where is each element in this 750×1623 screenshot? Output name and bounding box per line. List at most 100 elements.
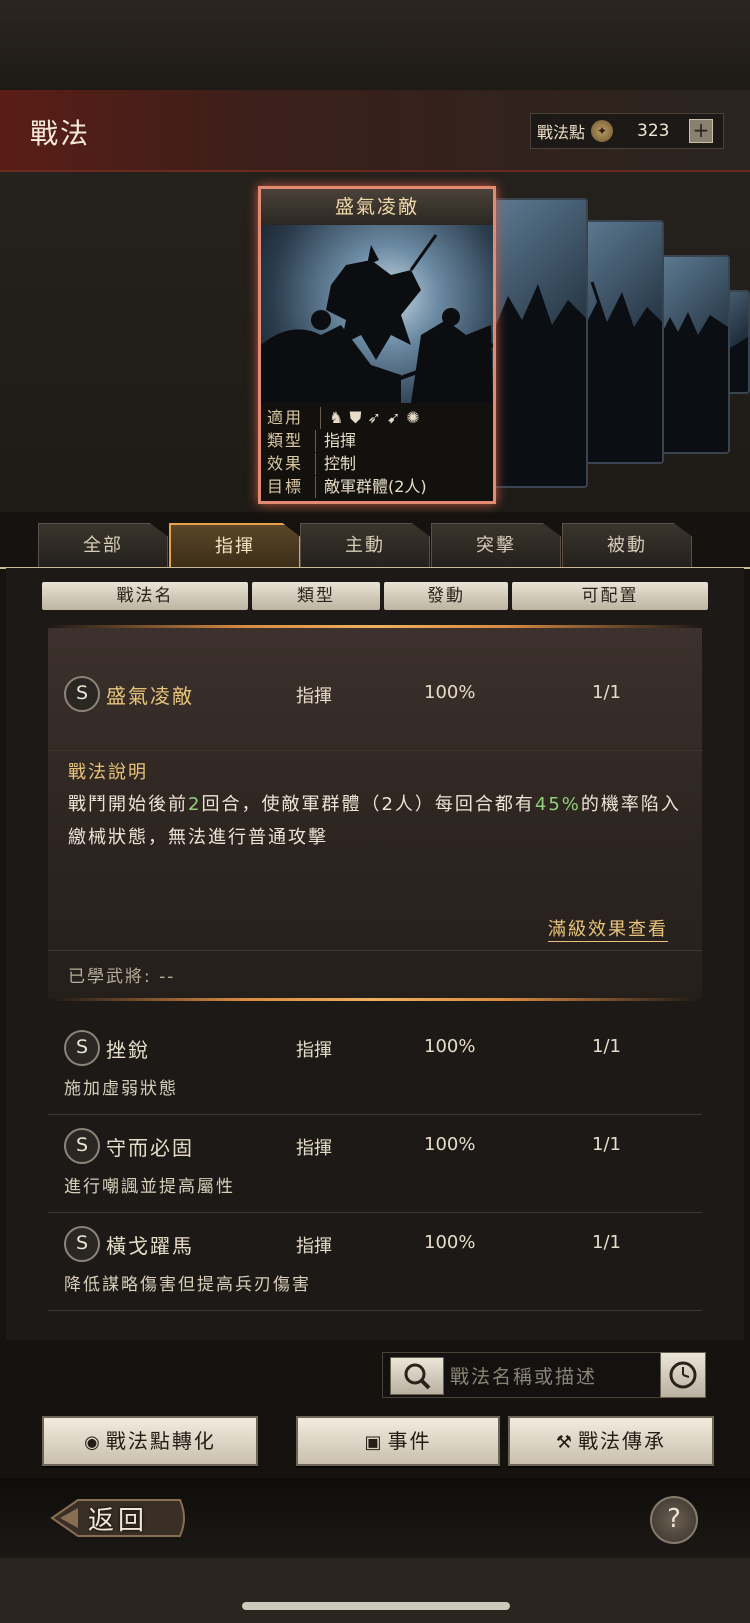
effect-value: 控制 (315, 453, 356, 475)
tactic-name[interactable]: 橫戈躍馬 (106, 1230, 194, 1259)
card-artwork (261, 225, 493, 403)
type-value: 指揮 (315, 430, 356, 452)
row-divider (48, 1114, 702, 1115)
tactic-points-value: 323 (637, 121, 670, 141)
tactic-type: 指揮 (296, 1138, 332, 1159)
tactic-slots: 1/1 (592, 1134, 621, 1155)
description-text: 戰鬥開始後前2回合，使敵軍群體（2人）每回合都有45%的機率陷入繳械狀態，無法進… (68, 788, 698, 854)
effect-label: 效果 (267, 454, 304, 473)
event-label: 事件 (387, 1429, 432, 1453)
shield-icon: ⛊ (349, 408, 368, 427)
soldiers-silhouette-icon (494, 284, 586, 486)
sort-by-time-button[interactable] (660, 1352, 706, 1398)
hammer-icon: ⚒ (555, 1432, 575, 1453)
tab-active[interactable]: 主動 (300, 523, 430, 568)
tactic-points-label: 戰法點 (537, 123, 586, 142)
tactic-rate: 100% (424, 1134, 476, 1155)
flame-icon: ◉ (84, 1432, 102, 1453)
back-button[interactable]: 返回 (48, 1494, 188, 1542)
learned-generals: 已學武將: -- (68, 967, 176, 987)
card-effect-row: 效果 控制 (267, 453, 356, 475)
tactic-slots: 1/1 (592, 1232, 621, 1253)
selected-tactic-card[interactable]: 盛氣凌敵 適用 ♞⛊➶➹✺ 類型 指揮 效果 控制 目標 敵軍群體(2人) (258, 186, 496, 504)
inherit-tactic-button[interactable]: ⚒ 戰法傳承 (508, 1416, 714, 1466)
wheel-icon: ✺ (406, 408, 426, 427)
target-value: 敵軍群體(2人) (315, 476, 427, 498)
tactic-type: 指揮 (296, 1040, 332, 1061)
tab-assault[interactable]: 突擊 (431, 523, 561, 568)
tab-all[interactable]: 全部 (38, 523, 168, 568)
row-divider (48, 750, 702, 751)
grade-badge: S (64, 676, 100, 712)
grade-badge: S (64, 1030, 100, 1066)
description-title: 戰法說明 (68, 762, 148, 783)
row-divider (48, 1212, 702, 1213)
home-indicator[interactable] (242, 1602, 510, 1610)
tactic-rate: 100% (424, 1036, 476, 1057)
coin-icon: ✦ (591, 120, 614, 142)
card-info: 適用 ♞⛊➶➹✺ 類型 指揮 效果 控制 目標 敵軍群體(2人) (261, 403, 493, 501)
applicable-icons: ♞⛊➶➹✺ (320, 407, 426, 429)
tactic-rate: 100% (424, 1232, 476, 1253)
row-divider (48, 1310, 702, 1311)
bottom-background (0, 1558, 750, 1623)
description-part: 回合，使敵軍群體（2人）每回合都有 (201, 794, 535, 815)
tactic-desc: 降低謀略傷害但提高兵刃傷害 (64, 1275, 311, 1295)
card-target-row: 目標 敵軍群體(2人) (267, 476, 427, 498)
row-divider (48, 950, 702, 951)
card-title: 盛氣凌敵 (261, 189, 493, 225)
tactic-points-display: 戰法點 ✦ 323 + (530, 113, 724, 149)
tactic-desc: 施加虛弱狀態 (64, 1079, 178, 1099)
tactic-type: 指揮 (296, 1236, 332, 1257)
bow-icon: ➶ (367, 408, 387, 427)
column-header-name[interactable]: 戰法名 (42, 582, 248, 610)
help-button[interactable]: ? (650, 1496, 698, 1544)
search-button[interactable] (390, 1357, 444, 1395)
tactic-name[interactable]: 挫銳 (106, 1034, 150, 1063)
page-title: 戰法 (30, 117, 91, 150)
event-button[interactable]: ▣ 事件 (296, 1416, 500, 1466)
convert-points-button[interactable]: ◉ 戰法點轉化 (42, 1416, 258, 1466)
soldiers-silhouette-icon (582, 281, 662, 462)
applicable-label: 適用 (267, 408, 304, 427)
column-header-type[interactable]: 類型 (252, 582, 380, 610)
spear-icon: ➹ (386, 408, 407, 427)
search-input[interactable]: 戰法名稱或描述 (450, 1362, 597, 1389)
soldiers-silhouette-icon (660, 312, 728, 452)
selection-glow-bottom (48, 998, 702, 1001)
convert-points-label: 戰法點轉化 (105, 1429, 216, 1453)
description-highlight: 45% (534, 794, 581, 815)
card-applicable-row: 適用 ♞⛊➶➹✺ (267, 407, 426, 429)
clock-icon (669, 1361, 697, 1389)
search-icon (404, 1363, 431, 1390)
description-part: 戰鬥開始後前 (68, 794, 188, 815)
inherit-tactic-label: 戰法傳承 (578, 1429, 667, 1453)
selected-tactic-slots: 1/1 (592, 682, 621, 703)
top-background (0, 0, 750, 90)
target-label: 目標 (267, 477, 304, 496)
add-points-button[interactable]: + (689, 119, 714, 143)
description-highlight: 2 (188, 794, 202, 815)
column-header-config[interactable]: 可配置 (512, 582, 708, 610)
selected-tactic-type: 指揮 (296, 686, 332, 707)
card-back-3[interactable] (658, 255, 730, 454)
card-type-row: 類型 指揮 (267, 430, 356, 452)
max-level-effect-link[interactable]: 滿級效果查看 (548, 915, 668, 942)
back-label: 返回 (88, 1506, 149, 1536)
column-header-trigger[interactable]: 發動 (384, 582, 508, 610)
grade-badge: S (64, 1128, 100, 1164)
tactic-name[interactable]: 守而必固 (106, 1132, 194, 1161)
type-label: 類型 (267, 431, 304, 450)
card-back-2[interactable] (580, 220, 664, 464)
grade-badge: S (64, 1226, 100, 1262)
tab-command[interactable]: 指揮 (169, 523, 301, 571)
card-back-1[interactable] (492, 198, 588, 488)
selected-tactic-rate: 100% (424, 682, 476, 703)
tactic-desc: 進行嘲諷並提高屬性 (64, 1177, 235, 1197)
selected-tactic-name: 盛氣凌敵 (106, 684, 194, 708)
cavalry-icon: ♞ (329, 408, 350, 427)
category-tabs: 全部 指揮 主動 突擊 被動 (38, 523, 698, 571)
alert-card-icon: ▣ (364, 1432, 384, 1453)
tactic-slots: 1/1 (592, 1036, 621, 1057)
tab-passive[interactable]: 被動 (562, 523, 692, 568)
